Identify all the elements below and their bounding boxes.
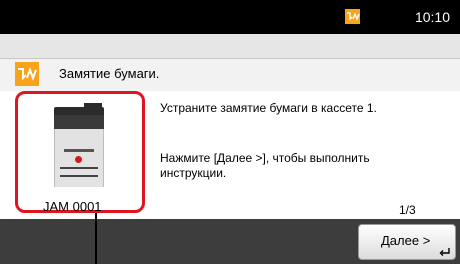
paper-jam-screen: 10:10 Замятие бумаги. JAM 0001 Устраните… <box>0 0 460 264</box>
clock: 10:10 <box>414 9 450 25</box>
printer-illustration <box>54 103 104 187</box>
page-indicator: 1/3 <box>399 203 416 217</box>
cassette-2-slot <box>60 175 98 177</box>
message-title: Замятие бумаги. <box>59 66 160 81</box>
instruction-hint: Нажмите [Далее >], чтобы выполнить инстр… <box>160 151 370 180</box>
next-button-label: Далее > <box>381 233 431 248</box>
header-band <box>0 34 460 59</box>
message-row: Замятие бумаги. <box>0 59 460 89</box>
enter-icon <box>439 248 450 256</box>
pointer-line <box>95 213 97 264</box>
cassette-1-slot <box>60 167 98 169</box>
jam-code: JAM 0001 <box>43 199 102 214</box>
jam-location-marker <box>75 156 82 163</box>
printer-scanner <box>54 107 104 115</box>
status-bar: 10:10 <box>0 0 460 34</box>
instruction-text: Устраните замятие бумаги в кассете 1. <box>160 101 377 115</box>
paper-jam-icon <box>15 62 39 86</box>
printer-output-tray <box>54 115 104 129</box>
error-warning-icon[interactable] <box>345 9 360 24</box>
next-button[interactable]: Далее > <box>358 224 456 260</box>
printer-slot <box>64 149 94 152</box>
